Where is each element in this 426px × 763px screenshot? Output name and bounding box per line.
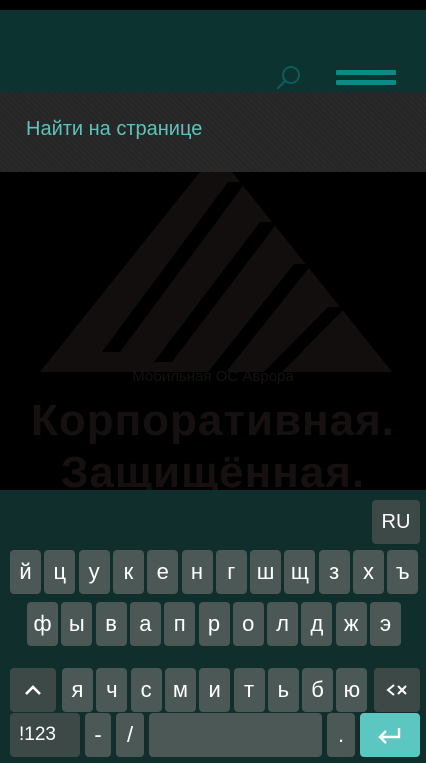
find-on-page-bar (0, 92, 426, 172)
page-heading-line1: Корпоративная. (30, 396, 395, 445)
page-subtitle: Мобильная ОС Аврора (132, 368, 294, 385)
key-щ[interactable]: щ (284, 550, 316, 594)
search-icon[interactable] (276, 65, 302, 91)
key-б[interactable]: б (302, 668, 334, 712)
key-ф[interactable]: ф (27, 602, 58, 646)
key-ю[interactable]: ю (336, 668, 368, 712)
key-г[interactable]: г (215, 550, 247, 594)
key-slash[interactable]: / (116, 713, 144, 757)
space-key[interactable] (149, 713, 322, 757)
page-heading-line2: Защищённая. (60, 448, 366, 490)
key-ъ[interactable]: ъ (387, 550, 419, 594)
key-т[interactable]: т (233, 668, 265, 712)
web-page-content: Мобильная ОС Аврора Корпоративная. Защищ… (0, 172, 426, 490)
shift-key[interactable] (10, 668, 56, 712)
find-on-page-input[interactable] (26, 112, 406, 146)
key-з[interactable]: з (318, 550, 350, 594)
key-ы[interactable]: ы (61, 602, 93, 646)
enter-icon (378, 728, 401, 744)
key-у[interactable]: у (78, 550, 110, 594)
key-dot[interactable]: . (327, 713, 355, 757)
status-bar (0, 0, 426, 10)
key-п[interactable]: п (164, 602, 196, 646)
key-dash[interactable]: - (85, 713, 111, 757)
key-н[interactable]: н (181, 550, 213, 594)
key-э[interactable]: э (370, 602, 401, 646)
symbols-key[interactable]: !123 (10, 713, 80, 757)
key-л[interactable]: л (267, 602, 299, 646)
key-в[interactable]: в (95, 602, 127, 646)
key-я[interactable]: я (62, 668, 93, 712)
key-д[interactable]: д (301, 602, 333, 646)
key-р[interactable]: р (198, 602, 230, 646)
shift-icon (25, 685, 41, 695)
enter-key[interactable] (360, 713, 420, 757)
key-х[interactable]: х (353, 550, 384, 594)
key-ц[interactable]: ц (44, 550, 76, 594)
key-ч[interactable]: ч (96, 668, 128, 712)
key-ш[interactable]: ш (250, 550, 282, 594)
language-key[interactable]: RU (372, 500, 420, 544)
aurora-logo (40, 172, 392, 372)
menu-icon[interactable] (336, 70, 396, 88)
backspace-icon (386, 684, 407, 696)
backspace-key[interactable] (374, 668, 420, 712)
browser-screen: Мобильная ОС Аврора Корпоративная. Защищ… (0, 0, 426, 763)
key-а[interactable]: а (129, 602, 161, 646)
key-ж[interactable]: ж (335, 602, 367, 646)
key-й[interactable]: й (10, 550, 41, 594)
key-и[interactable]: и (199, 668, 231, 712)
key-е[interactable]: е (147, 550, 179, 594)
key-о[interactable]: о (232, 602, 264, 646)
browser-header (0, 10, 426, 92)
on-screen-keyboard: RU йцукенгшщзхъ фывапролджэ ячсмитьбю !1… (0, 490, 426, 763)
key-м[interactable]: м (164, 668, 196, 712)
key-ь[interactable]: ь (267, 668, 299, 712)
key-с[interactable]: с (130, 668, 162, 712)
key-к[interactable]: к (112, 550, 144, 594)
